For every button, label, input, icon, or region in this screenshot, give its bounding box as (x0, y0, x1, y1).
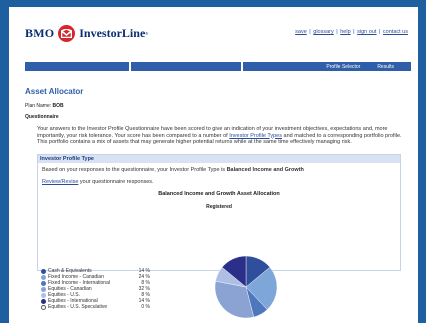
nav-results[interactable]: Results (377, 64, 394, 70)
help-link[interactable]: help (340, 29, 350, 35)
intro-paragraph: Your answers to the Investor Profile Que… (37, 126, 407, 146)
profile-result-type: Balanced Income and Growth (226, 166, 304, 173)
nav-profile-selector[interactable]: Profile Selector (326, 64, 360, 70)
contact-us-link[interactable]: contact us (383, 29, 408, 35)
investor-profile-header: Investor Profile Type (38, 154, 400, 163)
nav-bar: Profile Selector Results (25, 62, 411, 71)
legend-item: Equities - U.S. Speculative 0 % (41, 304, 150, 310)
questionnaire-heading: Questionnaire (25, 114, 59, 120)
legend-swatch (41, 298, 46, 304)
legend-swatch (41, 280, 46, 286)
logo-bank-text: BMO (25, 26, 55, 40)
bmo-logo[interactable]: BMO InvestorLine ® (25, 25, 148, 42)
glossary-link[interactable]: glossary (313, 29, 333, 35)
main-content: Asset Allocator Plan Name: BOB Questionn… (25, 87, 411, 271)
page-title: Asset Allocator (25, 87, 84, 96)
header: BMO InvestorLine ® save | glossary | help… (9, 7, 418, 57)
logo-product-text: InvestorLine (79, 26, 146, 40)
plan-name-row: Plan Name: BOB (25, 103, 411, 109)
legend-label: Equities - U.S. Speculative (48, 304, 108, 310)
plan-name-value: BOB (52, 103, 64, 109)
investor-profile-types-link[interactable]: Investor Profile Types (229, 133, 282, 139)
legend-value: 0 % (141, 304, 150, 310)
nav-segment-3: Profile Selector Results (243, 62, 411, 71)
save-link[interactable]: save (295, 29, 307, 35)
allocation-title: Balanced Income and Growth Asset Allocat… (158, 190, 280, 197)
plan-name-label: Plan Name: (25, 103, 52, 109)
review-revise-link[interactable]: Review/Revise (42, 179, 78, 185)
review-line: Review/Revise your questionnaire respons… (42, 179, 396, 185)
profile-result-prefix: Based on your responses to the questionn… (42, 166, 227, 173)
legend-swatch (41, 268, 46, 274)
legend-swatch (41, 274, 46, 280)
bmo-roundel-icon (58, 25, 76, 42)
nav-segment-2 (131, 62, 241, 71)
sign-out-link[interactable]: sign out (357, 29, 376, 35)
trademark: ® (145, 31, 149, 36)
nav-segment-1 (25, 62, 129, 71)
legend-swatch (41, 304, 46, 310)
chart-legend: Cash & Equivalents 14 % Fixed Income - Can… (41, 268, 150, 310)
allocation-pie-chart (214, 255, 278, 319)
legend-swatch (41, 286, 46, 292)
legend-swatch (41, 292, 46, 298)
profile-result-line: Based on your responses to the questionn… (42, 167, 396, 173)
review-suffix: your questionnaire responses. (78, 178, 154, 185)
top-links: save | glossary | help | sign out | cont… (295, 29, 408, 35)
